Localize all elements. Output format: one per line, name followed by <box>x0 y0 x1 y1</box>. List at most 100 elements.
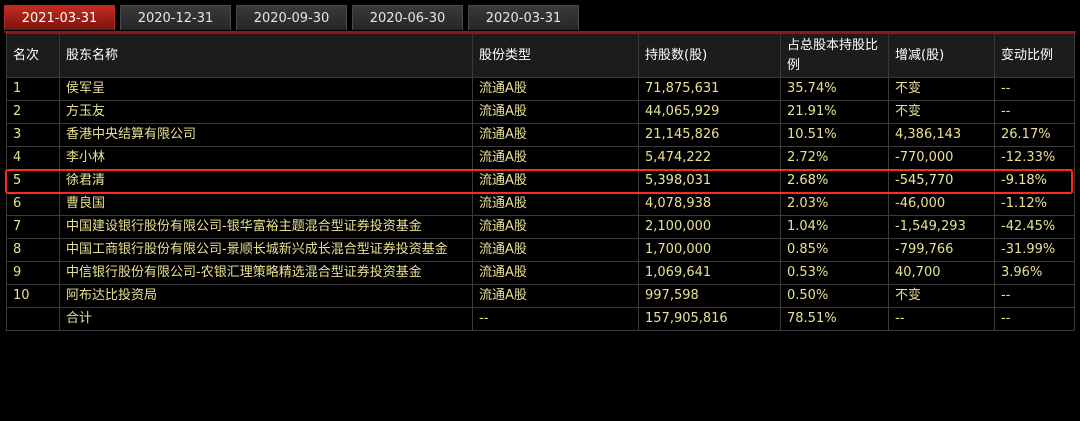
cell-change: -1,549,293 <box>888 215 995 239</box>
cell-rank <box>6 307 60 331</box>
table-header-row: 名次 股东名称 股份类型 持股数(股) 占总股本持股比例 增减(股) 变动比例 <box>6 33 1075 78</box>
tab-2021-03-31[interactable]: 2021-03-31 <box>4 5 115 30</box>
cell-share-type: 流通A股 <box>472 123 639 147</box>
cell-holder-name: 中信银行股份有限公司-农银汇理策略精选混合型证券投资基金 <box>59 261 473 285</box>
cell-change: 不变 <box>888 284 995 308</box>
table-row: 2 方玉友 流通A股 44,065,929 21.91% 不变 -- <box>6 100 1075 124</box>
header-change-ratio: 变动比例 <box>994 33 1075 78</box>
cell-holder-name: 香港中央结算有限公司 <box>59 123 473 147</box>
cell-holding-ratio: 2.72% <box>780 146 889 170</box>
cell-holding-ratio: 78.51% <box>780 307 889 331</box>
cell-holding-ratio: 1.04% <box>780 215 889 239</box>
cell-shares-held: 4,078,938 <box>638 192 781 216</box>
cell-share-type: 流通A股 <box>472 215 639 239</box>
cell-change-ratio: -- <box>994 77 1075 101</box>
cell-share-type: 流通A股 <box>472 261 639 285</box>
cell-share-type: 流通A股 <box>472 192 639 216</box>
table-row: 9 中信银行股份有限公司-农银汇理策略精选混合型证券投资基金 流通A股 1,06… <box>6 261 1075 285</box>
cell-shares-held: 997,598 <box>638 284 781 308</box>
cell-change: -46,000 <box>888 192 995 216</box>
cell-change: 不变 <box>888 77 995 101</box>
cell-rank: 7 <box>6 215 60 239</box>
cell-change-ratio: -- <box>994 284 1075 308</box>
tab-2020-06-30[interactable]: 2020-06-30 <box>352 5 463 30</box>
cell-holder-name: 阿布达比投资局 <box>59 284 473 308</box>
cell-change: -- <box>888 307 995 331</box>
cell-rank: 1 <box>6 77 60 101</box>
cell-holding-ratio: 2.03% <box>780 192 889 216</box>
cell-holder-name: 曹良国 <box>59 192 473 216</box>
cell-change: -770,000 <box>888 146 995 170</box>
cell-holder-name: 李小林 <box>59 146 473 170</box>
cell-shares-held: 2,100,000 <box>638 215 781 239</box>
header-change: 增减(股) <box>888 33 995 78</box>
tab-2020-09-30[interactable]: 2020-09-30 <box>236 5 347 30</box>
cell-holding-ratio: 2.68% <box>780 169 889 193</box>
cell-change-ratio: 26.17% <box>994 123 1075 147</box>
cell-shares-held: 1,069,641 <box>638 261 781 285</box>
table-row: 1 侯军呈 流通A股 71,875,631 35.74% 不变 -- <box>6 77 1075 101</box>
cell-holder-name: 侯军呈 <box>59 77 473 101</box>
cell-change-ratio: -1.12% <box>994 192 1075 216</box>
header-shares-held: 持股数(股) <box>638 33 781 78</box>
cell-holding-ratio: 10.51% <box>780 123 889 147</box>
cell-shares-held: 44,065,929 <box>638 100 781 124</box>
cell-change-ratio: -9.18% <box>994 169 1075 193</box>
cell-total-label: 合计 <box>59 307 473 331</box>
cell-shares-held: 21,145,826 <box>638 123 781 147</box>
cell-holding-ratio: 0.50% <box>780 284 889 308</box>
cell-change-ratio: -- <box>994 307 1075 331</box>
tab-2020-03-31[interactable]: 2020-03-31 <box>468 5 579 30</box>
tab-2020-12-31[interactable]: 2020-12-31 <box>120 5 231 30</box>
shareholder-table: 名次 股东名称 股份类型 持股数(股) 占总股本持股比例 增减(股) 变动比例 … <box>6 33 1075 331</box>
cell-holding-ratio: 0.53% <box>780 261 889 285</box>
cell-rank: 2 <box>6 100 60 124</box>
header-share-type: 股份类型 <box>472 33 639 78</box>
cell-holding-ratio: 0.85% <box>780 238 889 262</box>
cell-rank: 5 <box>6 169 60 193</box>
header-rank: 名次 <box>6 33 60 78</box>
table-row: 6 曹良国 流通A股 4,078,938 2.03% -46,000 -1.12… <box>6 192 1075 216</box>
cell-rank: 8 <box>6 238 60 262</box>
report-period-tabs: 2021-03-31 2020-12-31 2020-09-30 2020-06… <box>4 5 584 32</box>
cell-change: 不变 <box>888 100 995 124</box>
cell-share-type: 流通A股 <box>472 100 639 124</box>
cell-share-type: 流通A股 <box>472 146 639 170</box>
cell-holder-name: 中国工商银行股份有限公司-景顺长城新兴成长混合型证券投资基金 <box>59 238 473 262</box>
cell-rank: 9 <box>6 261 60 285</box>
cell-holding-ratio: 21.91% <box>780 100 889 124</box>
table-row: 8 中国工商银行股份有限公司-景顺长城新兴成长混合型证券投资基金 流通A股 1,… <box>6 238 1075 262</box>
cell-change-ratio: -31.99% <box>994 238 1075 262</box>
cell-change: -799,766 <box>888 238 995 262</box>
cell-rank: 3 <box>6 123 60 147</box>
table-total-row: 合计 -- 157,905,816 78.51% -- -- <box>6 307 1075 331</box>
cell-change: 40,700 <box>888 261 995 285</box>
cell-shares-held: 5,398,031 <box>638 169 781 193</box>
cell-change-ratio: -42.45% <box>994 215 1075 239</box>
table-row: 3 香港中央结算有限公司 流通A股 21,145,826 10.51% 4,38… <box>6 123 1075 147</box>
cell-share-type: 流通A股 <box>472 284 639 308</box>
cell-holder-name: 徐君清 <box>59 169 473 193</box>
cell-shares-held: 71,875,631 <box>638 77 781 101</box>
cell-rank: 6 <box>6 192 60 216</box>
cell-share-type: 流通A股 <box>472 169 639 193</box>
cell-shares-held: 5,474,222 <box>638 146 781 170</box>
cell-share-type: 流通A股 <box>472 238 639 262</box>
cell-shares-held: 157,905,816 <box>638 307 781 331</box>
cell-holding-ratio: 35.74% <box>780 77 889 101</box>
table-row-highlighted: 5 徐君清 流通A股 5,398,031 2.68% -545,770 -9.1… <box>6 169 1075 193</box>
header-holder-name: 股东名称 <box>59 33 473 78</box>
table-row: 10 阿布达比投资局 流通A股 997,598 0.50% 不变 -- <box>6 284 1075 308</box>
cell-change-ratio: -12.33% <box>994 146 1075 170</box>
cell-share-type: 流通A股 <box>472 77 639 101</box>
cell-rank: 4 <box>6 146 60 170</box>
header-holding-ratio: 占总股本持股比例 <box>780 33 889 78</box>
cell-change: 4,386,143 <box>888 123 995 147</box>
cell-holder-name: 方玉友 <box>59 100 473 124</box>
cell-holder-name: 中国建设银行股份有限公司-银华富裕主题混合型证券投资基金 <box>59 215 473 239</box>
cell-change: -545,770 <box>888 169 995 193</box>
cell-change-ratio: -- <box>994 100 1075 124</box>
table-row: 4 李小林 流通A股 5,474,222 2.72% -770,000 -12.… <box>6 146 1075 170</box>
cell-share-type: -- <box>472 307 639 331</box>
cell-rank: 10 <box>6 284 60 308</box>
